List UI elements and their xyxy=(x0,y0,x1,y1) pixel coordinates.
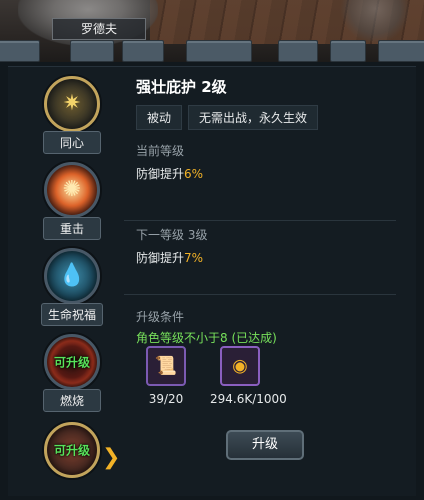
tag-passive: 被动 xyxy=(136,105,183,130)
skill-item-zhongji[interactable]: ✺ 重击 xyxy=(40,162,104,240)
tag-permanent: 无需出战，永久生效 xyxy=(188,105,319,130)
gold-coin-icon: ◉ xyxy=(220,346,260,386)
divider xyxy=(124,220,396,221)
skill-title: 强壮庇护 2级 xyxy=(136,78,227,96)
skill-item-ranshao[interactable]: 可升级 燃烧 xyxy=(40,334,104,412)
star-icon: ✷ xyxy=(44,76,100,132)
current-level-effect: 防御提升6% xyxy=(136,165,203,182)
current-effect-value: 6% xyxy=(184,167,204,181)
current-level-section: 当前等级 防御提升6% xyxy=(136,142,203,182)
selected-arrow-icon: ❯ xyxy=(102,445,121,470)
current-level-heading: 当前等级 xyxy=(136,144,185,158)
requirement-text: 角色等级不小于8 (已达成) xyxy=(136,331,277,345)
skill-detail: 强壮庇护 2级 被动 无需出战，永久生效 当前等级 防御提升6% 下一等级 3级… xyxy=(124,76,408,406)
skill-label: 生命祝福 xyxy=(40,303,103,326)
next-level-effect: 防御提升7% xyxy=(136,249,207,266)
shield-icon: 可升级 xyxy=(44,422,100,478)
next-effect-value: 7% xyxy=(184,251,204,265)
next-level-heading: 下一等级 3级 xyxy=(136,228,208,242)
character-name-tag: 罗德夫 xyxy=(52,18,146,40)
skill-label: 重击 xyxy=(43,217,101,240)
cost-item-scroll[interactable]: 📜 39/20 xyxy=(136,346,196,406)
upgradable-badge: 可升级 xyxy=(53,443,91,458)
requirement-heading: 升级条件 xyxy=(136,310,185,324)
water-drop-icon: 💧 xyxy=(44,248,100,304)
skill-item-shengming-zhufu[interactable]: 💧 生命祝福 xyxy=(40,248,104,326)
divider xyxy=(124,294,396,295)
burst-icon: ✺ xyxy=(44,162,100,218)
next-level-section: 下一等级 3级 防御提升7% xyxy=(136,226,207,266)
requirement-section: 升级条件 角色等级不小于8 (已达成) xyxy=(136,308,277,346)
character-scene: 罗德夫 xyxy=(0,0,424,62)
skill-label: 燃烧 xyxy=(43,389,101,412)
next-effect-text: 防御提升 xyxy=(136,251,185,265)
upgrade-button[interactable]: 升级 xyxy=(226,430,304,460)
upgrade-cost-items: 📜 39/20 ◉ 294.6K/1000 xyxy=(136,346,287,406)
castle-battlement xyxy=(0,40,424,62)
item-count: 39/20 xyxy=(148,392,184,406)
current-effect-text: 防御提升 xyxy=(136,167,185,181)
flame-ring-icon: 可升级 xyxy=(44,334,100,390)
skill-tags: 被动 无需出战，永久生效 xyxy=(136,105,408,130)
item-count: 294.6K/1000 xyxy=(210,392,287,406)
skill-label: 同心 xyxy=(43,131,101,154)
skill-list: ✷ 同心 ✺ 重击 💧 生命祝福 可升级 燃烧 可升级 ❯ xyxy=(0,62,124,500)
upgradable-badge: 可升级 xyxy=(53,355,91,370)
cost-item-gold[interactable]: ◉ 294.6K/1000 xyxy=(210,346,287,406)
skill-item-selected[interactable]: 可升级 xyxy=(40,422,104,478)
scroll-book-icon: 📜 xyxy=(146,346,186,386)
skill-panel: ✷ 同心 ✺ 重击 💧 生命祝福 可升级 燃烧 可升级 ❯ 强壮庇护 2级 被动… xyxy=(0,62,424,500)
background-figure xyxy=(340,0,410,44)
skill-item-tongxin[interactable]: ✷ 同心 xyxy=(40,76,104,154)
